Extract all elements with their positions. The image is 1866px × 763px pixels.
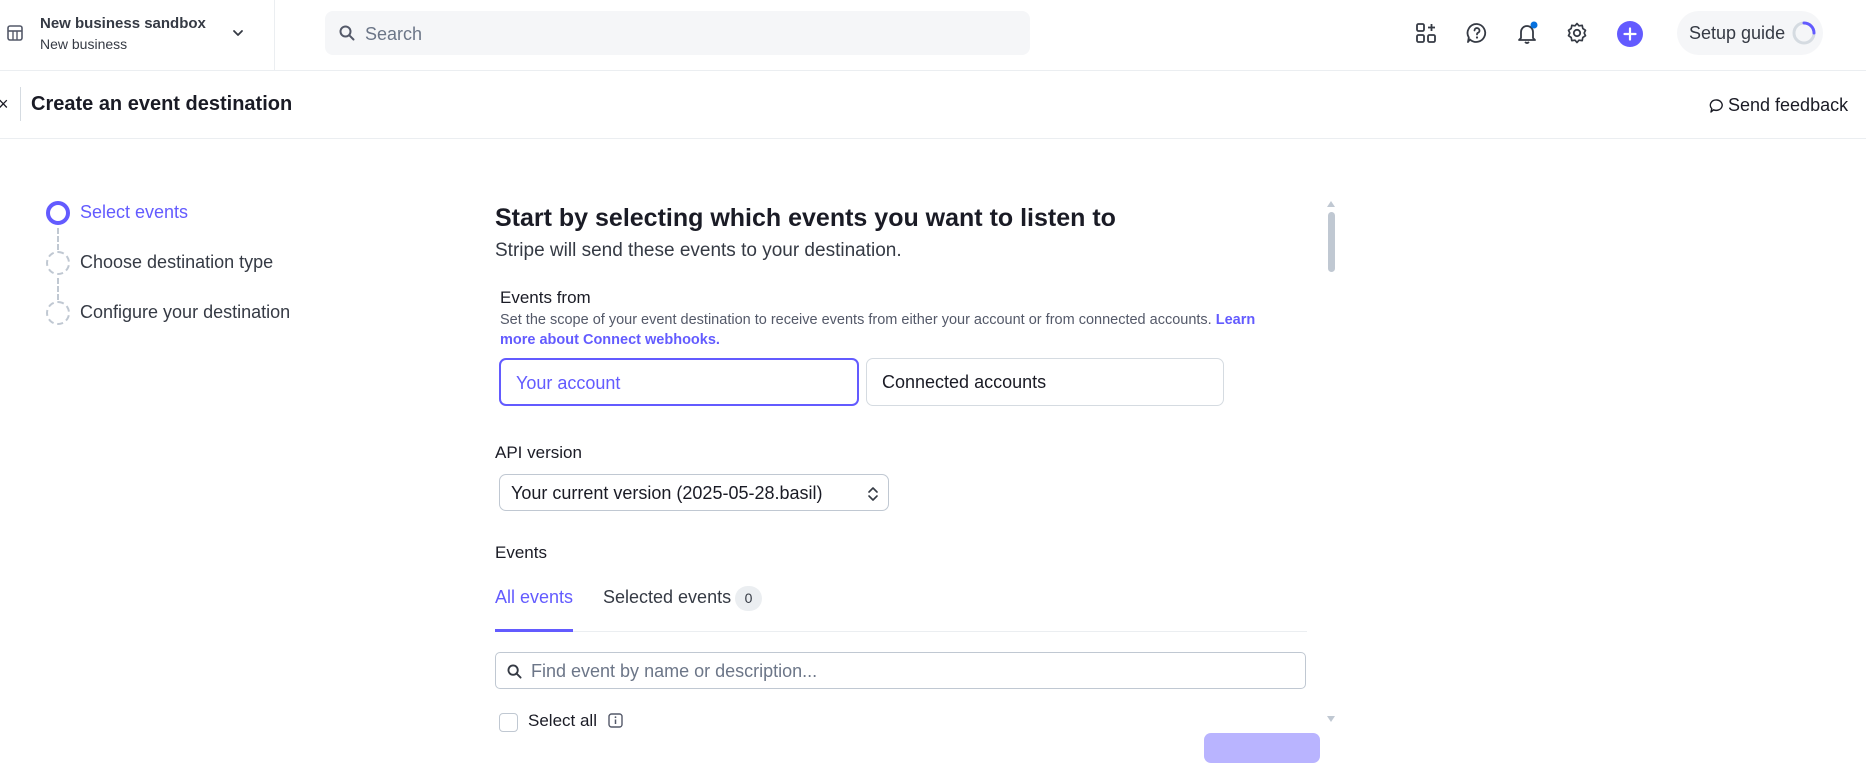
step-configure-destination[interactable]: Configure your destination	[80, 302, 290, 323]
scroll-down-arrow[interactable]	[1327, 716, 1335, 722]
chevron-down-icon	[233, 30, 243, 36]
business-subtitle: New business	[40, 36, 128, 52]
business-name: New business sandbox	[40, 15, 206, 32]
step-indicator-pending	[46, 251, 70, 275]
close-button[interactable]: ×	[0, 94, 16, 114]
search-icon	[507, 664, 522, 679]
chat-bubble-icon	[1709, 99, 1723, 113]
your-account-option[interactable]: Your account	[499, 358, 859, 406]
section-heading: Start by selecting which events you want…	[495, 204, 1116, 232]
tab-all-events[interactable]: All events	[495, 587, 573, 608]
events-from-description: Set the scope of your event destination …	[500, 310, 1290, 350]
step-indicator-pending	[46, 301, 70, 325]
events-from-label: Events from	[500, 288, 591, 307]
tab-selected-events[interactable]: Selected events	[603, 587, 731, 608]
top-bar: New business sandbox New business Search	[0, 0, 1866, 71]
setup-guide-label: Setup guide	[1689, 23, 1786, 43]
scroll-up-arrow[interactable]	[1327, 201, 1335, 207]
scrollbar-thumb[interactable]	[1328, 212, 1335, 272]
connected-accounts-option[interactable]: Connected accounts	[866, 358, 1224, 406]
tabs-divider	[495, 631, 1307, 632]
create-button[interactable]	[1617, 21, 1643, 47]
notification-dot	[1530, 21, 1538, 29]
section-subheading: Stripe will send these events to your de…	[495, 240, 902, 261]
page-header: × Create an event destination Send feedb…	[0, 71, 1866, 139]
progress-spinner-icon	[1792, 21, 1816, 45]
apps-icon[interactable]	[1414, 21, 1438, 45]
step-choose-destination-type[interactable]: Choose destination type	[80, 252, 273, 273]
connected-accounts-label: Connected accounts	[882, 372, 1047, 392]
events-label: Events	[495, 543, 547, 562]
page-title: Create an event destination	[31, 93, 293, 115]
search-bar[interactable]: Search	[325, 11, 1030, 55]
find-event-input[interactable]: Find event by name or description...	[495, 652, 1306, 689]
step-connector	[57, 228, 59, 250]
active-tab-underline	[495, 629, 573, 632]
settings-icon[interactable]	[1565, 21, 1589, 45]
send-feedback-label: Send feedback	[1728, 95, 1849, 115]
api-version-select[interactable]: Your current version (2025-05-28.basil)	[499, 474, 889, 511]
step-indicator-active	[46, 201, 70, 225]
search-placeholder: Search	[365, 24, 423, 44]
setup-guide-button[interactable]: Setup guide	[1677, 11, 1823, 55]
info-icon[interactable]	[608, 713, 623, 728]
search-icon	[339, 25, 355, 41]
selected-count-badge: 0	[735, 586, 762, 611]
step-select-events[interactable]: Select events	[80, 202, 188, 223]
account-switcher[interactable]: New business sandbox New business	[0, 0, 275, 71]
send-feedback-button[interactable]: Send feedback	[1709, 95, 1849, 117]
help-icon[interactable]	[1465, 21, 1489, 45]
notification-bell-icon[interactable]	[1515, 21, 1539, 45]
events-from-description-text: Set the scope of your event destination …	[500, 312, 1212, 328]
your-account-label: Your account	[516, 373, 621, 393]
api-version-label: API version	[495, 443, 582, 462]
business-icon	[7, 25, 23, 41]
select-all-label: Select all	[528, 711, 597, 730]
api-version-value: Your current version (2025-05-28.basil)	[511, 483, 823, 503]
select-all-checkbox[interactable]	[499, 713, 518, 732]
header-divider	[20, 87, 21, 121]
select-arrows-icon	[868, 487, 878, 501]
step-connector	[57, 278, 59, 300]
continue-button[interactable]	[1204, 733, 1320, 763]
plus-icon	[1623, 27, 1637, 41]
find-event-placeholder: Find event by name or description...	[531, 661, 818, 681]
